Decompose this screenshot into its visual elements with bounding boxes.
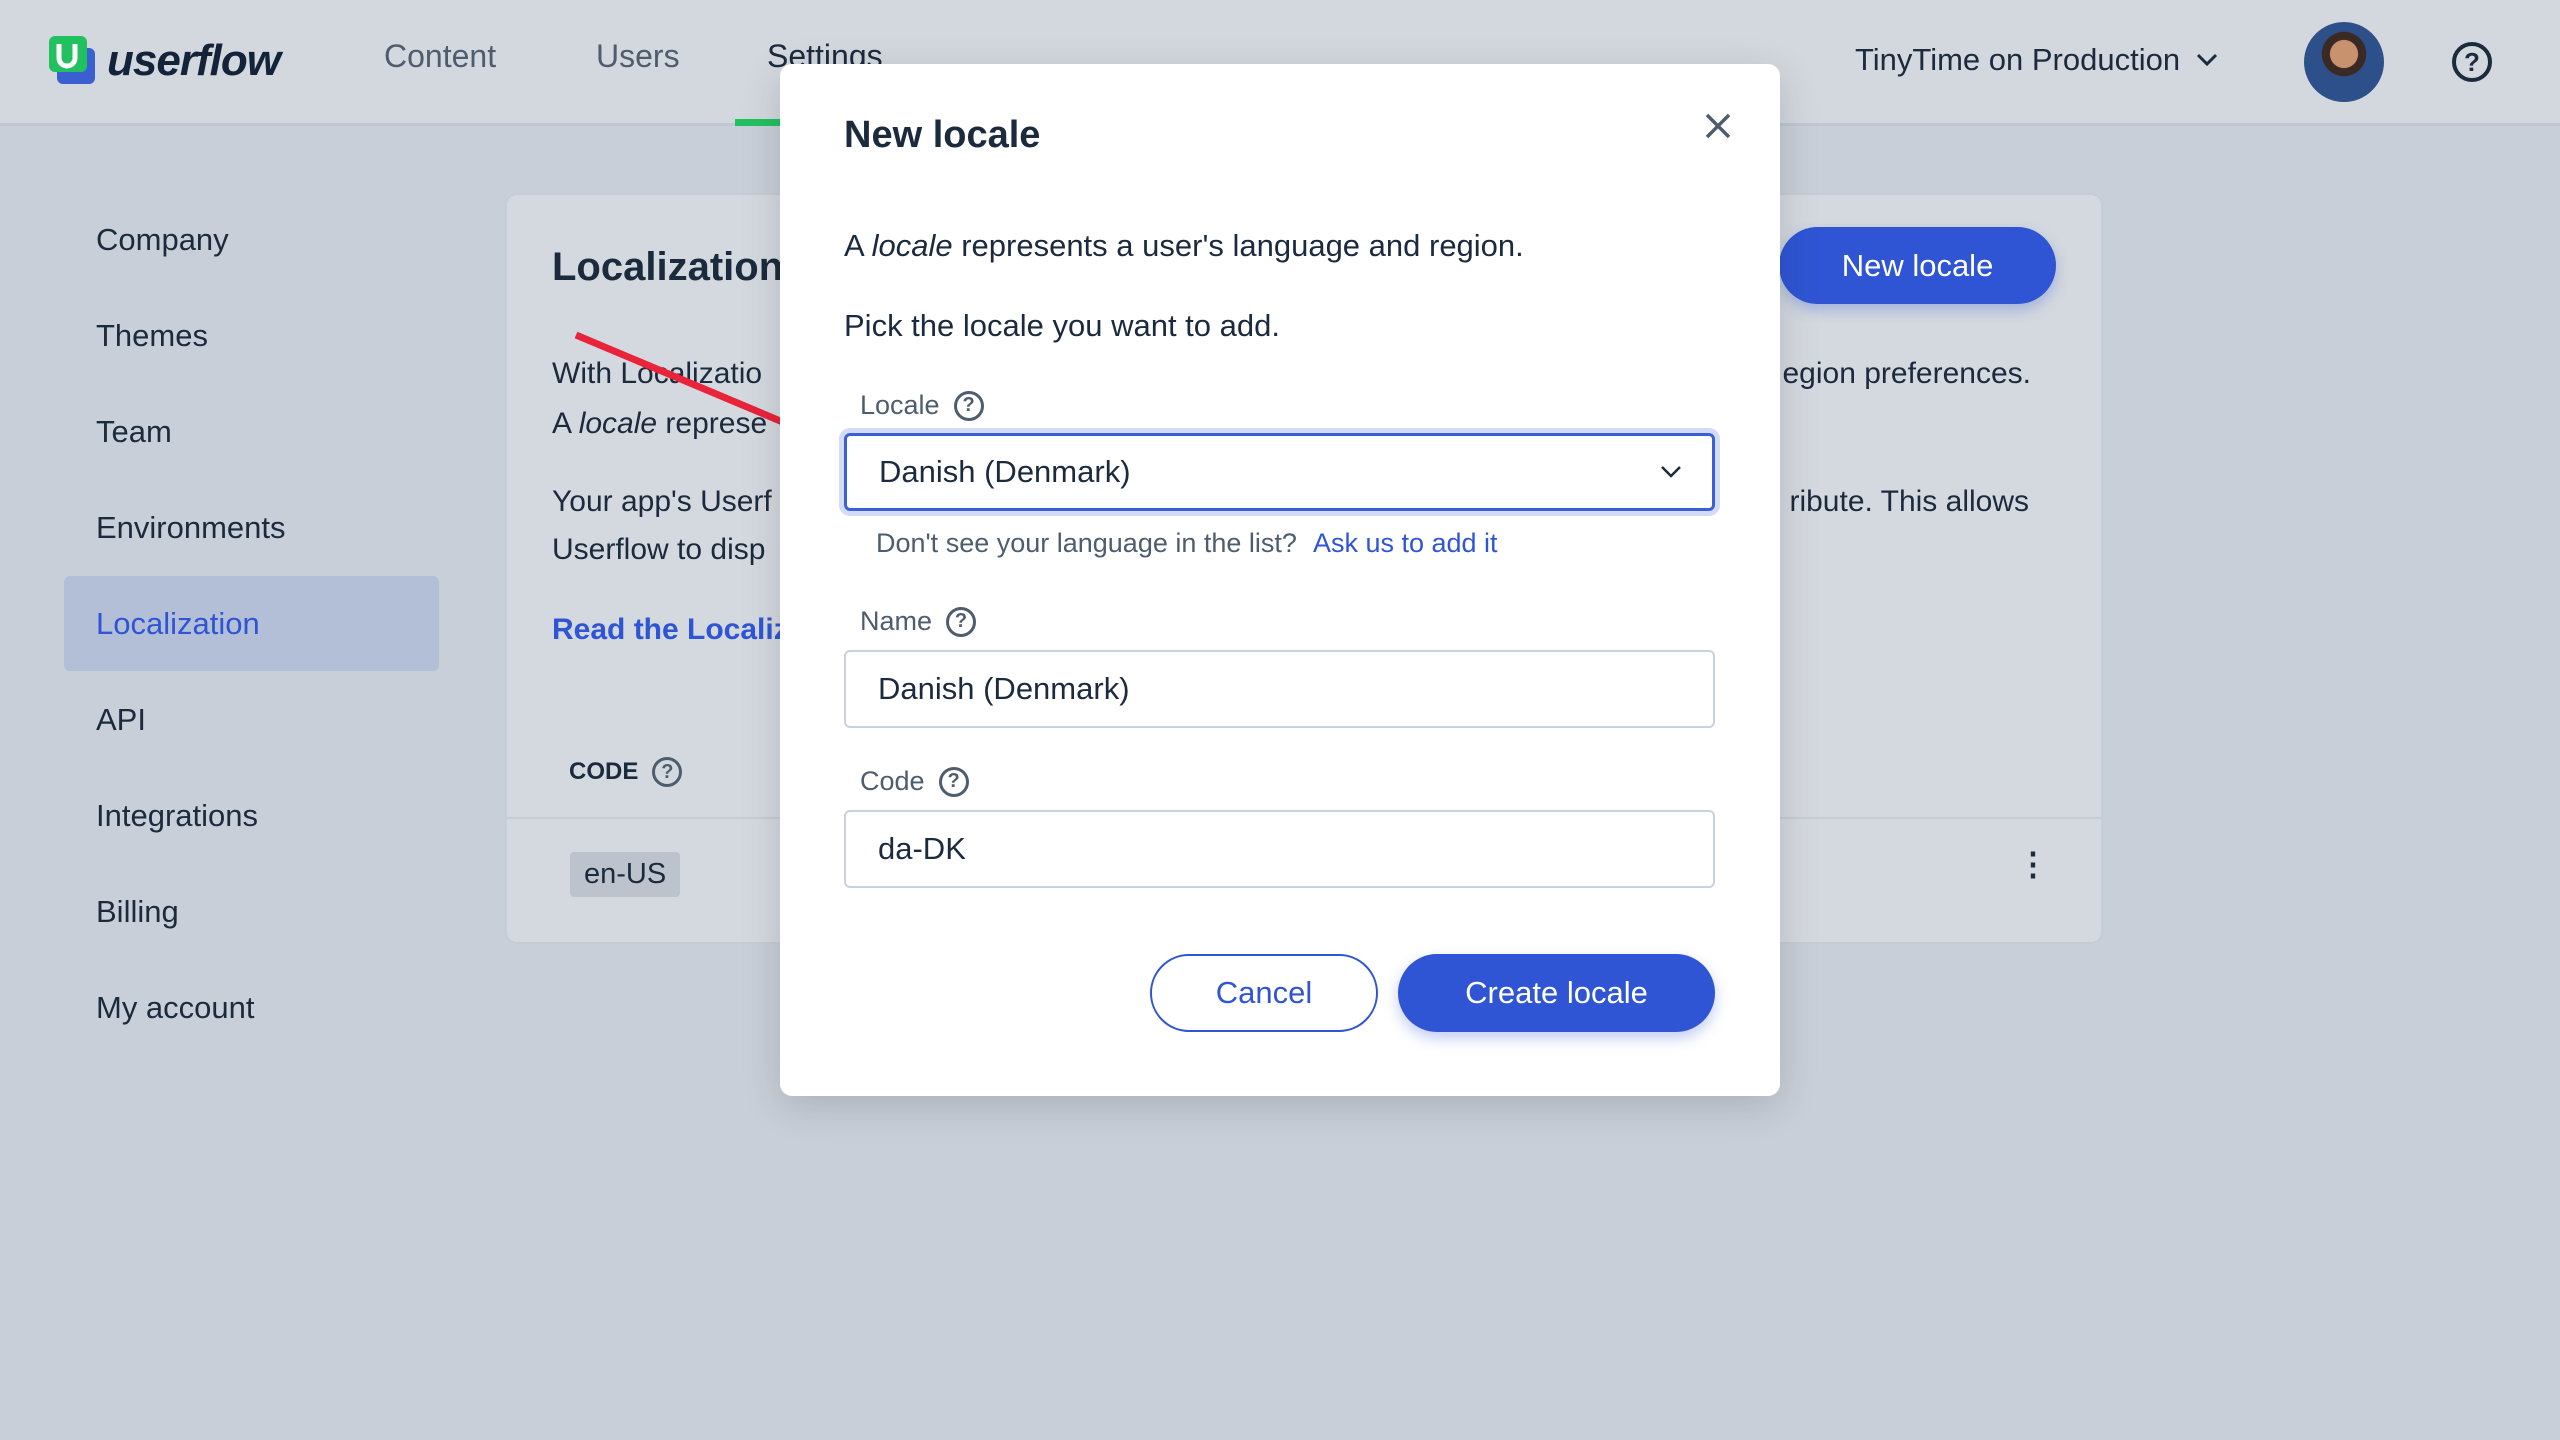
text-em: locale <box>871 228 953 263</box>
label-text: Locale <box>860 390 940 420</box>
name-input[interactable]: Danish (Denmark) <box>844 650 1715 728</box>
name-label: Name? <box>860 606 977 637</box>
locale-label: Locale? <box>860 390 984 421</box>
help-icon[interactable]: ? <box>938 766 969 797</box>
text: A <box>844 228 872 263</box>
select-value: Danish (Denmark) <box>879 454 1131 489</box>
locale-select[interactable]: Danish (Denmark) <box>844 433 1715 511</box>
code-input[interactable]: da-DK <box>844 810 1715 888</box>
code-label: Code? <box>860 766 969 797</box>
chevron-down-icon <box>1661 466 1681 478</box>
locale-hint: Don't see your language in the list? Ask… <box>876 528 1498 559</box>
close-icon[interactable] <box>1704 112 1732 140</box>
dialog-intro: A locale represents a user's language an… <box>844 228 1524 264</box>
new-locale-dialog: New locale A locale represents a user's … <box>780 64 1780 1096</box>
hint-text: Don't see your language in the list? <box>876 528 1297 558</box>
dialog-title: New locale <box>844 114 1041 156</box>
label-text: Name <box>860 606 933 636</box>
help-icon[interactable]: ? <box>953 390 984 421</box>
text: represents a user's language and region. <box>952 228 1524 263</box>
create-locale-button[interactable]: Create locale <box>1398 954 1715 1032</box>
ask-us-link[interactable]: Ask us to add it <box>1313 528 1498 559</box>
label-text: Code <box>860 766 925 796</box>
help-icon[interactable]: ? <box>946 606 977 637</box>
cancel-button[interactable]: Cancel <box>1150 954 1378 1032</box>
dialog-instruction: Pick the locale you want to add. <box>844 308 1280 343</box>
